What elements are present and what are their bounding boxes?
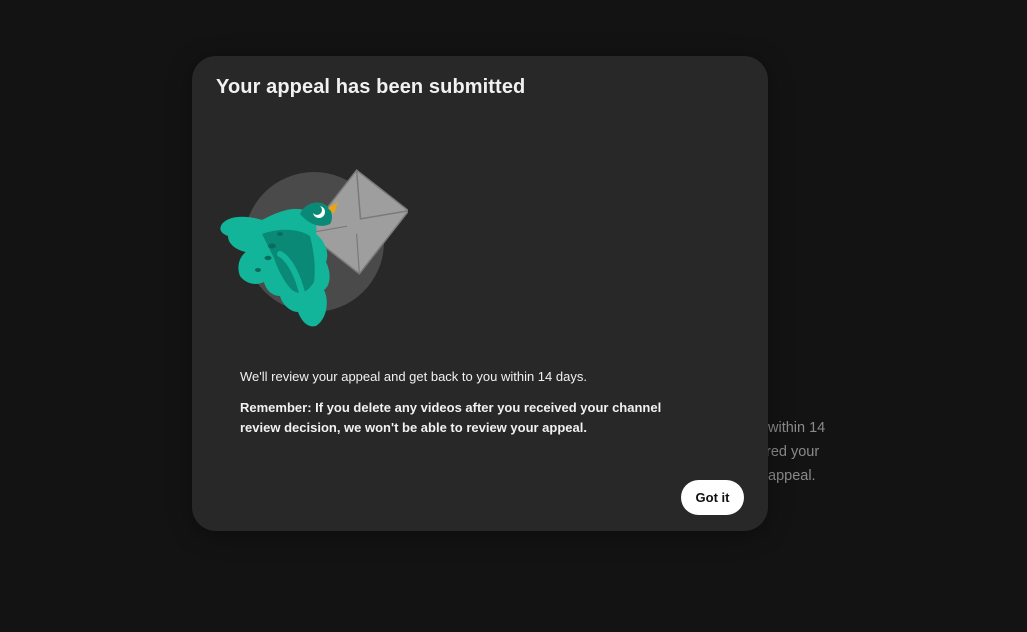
appeal-submitted-dialog: Your appeal has been submitted We'll rev… xyxy=(192,56,768,531)
got-it-button[interactable]: Got it xyxy=(681,480,744,515)
background-text-line: appeal. xyxy=(768,468,816,484)
background-text-line: red your xyxy=(766,444,820,460)
delete-videos-warning: Remember: If you delete any videos after… xyxy=(240,400,662,435)
review-timeline-message: We'll review your appeal and get back to… xyxy=(240,369,587,384)
page: within 14 red your appeal. Your appeal h… xyxy=(0,0,1027,632)
bird-carrying-envelope-icon xyxy=(218,162,410,334)
background-text-line: within 14 xyxy=(768,420,826,436)
dialog-body: We'll review your appeal and get back to… xyxy=(240,367,700,438)
background-page-text: within 14 red your appeal. xyxy=(766,416,886,488)
dialog-title: Your appeal has been submitted xyxy=(216,76,526,98)
